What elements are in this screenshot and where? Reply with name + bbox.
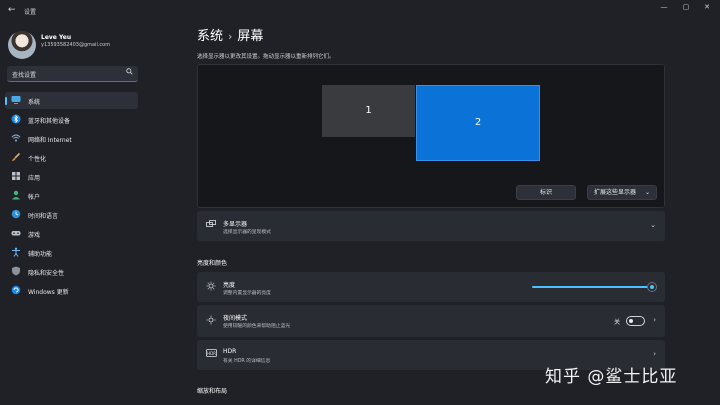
app-title: 设置: [24, 9, 37, 16]
hdr-title: HDR: [223, 348, 237, 355]
sidebar-item-gaming[interactable]: 游戏: [5, 225, 138, 242]
section-header-scale-layout: 缩放和布局: [197, 388, 228, 395]
back-arrow-icon[interactable]: ←: [8, 5, 16, 15]
monitor-1-label: 1: [365, 105, 372, 116]
brightness-card: 亮度 调整内置显示器的亮度: [197, 272, 665, 302]
multiple-displays-title: 多显示器: [223, 221, 248, 228]
minimize-button[interactable]: —: [657, 3, 671, 11]
title-bar: ← 设置 — ▢ ✕: [0, 0, 720, 22]
night-light-subtitle: 使用较暖的颜色来帮助阻止蓝光: [223, 324, 291, 329]
wifi-icon: [10, 133, 21, 144]
accessibility-icon: [10, 247, 21, 258]
breadcrumb-parent[interactable]: 系统: [197, 29, 223, 44]
sidebar-item-time-language[interactable]: 时间和语言: [5, 206, 138, 223]
sidebar-item-system[interactable]: 系统: [5, 92, 138, 109]
update-icon: [10, 285, 21, 296]
extend-displays-dropdown[interactable]: 扩展这些显示器 ⌄: [587, 185, 657, 200]
night-light-card[interactable]: 夜间模式 使用较暖的颜色来帮助阻止蓝光 关 ›: [197, 305, 665, 337]
brightness-slider-track[interactable]: [532, 286, 652, 288]
sidebar-item-privacy[interactable]: 隐私和安全性: [5, 263, 138, 280]
sidebar-item-apps[interactable]: 应用: [5, 168, 138, 185]
sidebar-item-label: 隐私和安全性: [28, 270, 65, 277]
chevron-right-icon[interactable]: ›: [653, 350, 656, 358]
sidebar-item-label: 游戏: [28, 232, 41, 239]
multiple-displays-card[interactable]: 多显示器 选择显示器的呈现模式 ⌄: [197, 211, 665, 241]
page-title: 屏幕: [237, 29, 264, 44]
display-arrangement-panel: 1 2 标识 扩展这些显示器 ⌄: [197, 64, 665, 208]
sidebar-item-label: 应用: [28, 175, 41, 182]
chevron-right-icon[interactable]: ›: [653, 316, 656, 324]
monitor-icon: [10, 95, 21, 106]
sidebar-item-network[interactable]: 网络和 Internet: [5, 130, 138, 147]
sidebar-item-label: Windows 更新: [28, 289, 69, 296]
breadcrumb-separator: ›: [228, 30, 233, 43]
sidebar-item-label: 帐户: [28, 194, 41, 201]
user-email: y13593582403@gmail.com: [41, 42, 111, 48]
toggle-knob: [629, 319, 633, 323]
night-light-toggle[interactable]: [626, 316, 645, 326]
display-instruction: 选择显示器以更改其设置。拖动显示器以重新排列它们。: [197, 54, 335, 60]
maximize-button[interactable]: ▢: [679, 3, 693, 11]
sidebar-item-windows-update[interactable]: Windows 更新: [5, 282, 138, 299]
sidebar-item-accounts[interactable]: 帐户: [5, 187, 138, 204]
brightness-subtitle: 调整内置显示器的亮度: [223, 291, 271, 296]
sidebar-item-accessibility[interactable]: 辅助功能: [5, 244, 138, 261]
extend-displays-label: 扩展这些显示器: [594, 189, 637, 196]
sidebar-item-label: 个性化: [28, 156, 47, 163]
close-button[interactable]: ✕: [700, 3, 714, 11]
user-name: Leve Yeu: [41, 34, 72, 41]
breadcrumb: 系统 › 屏幕: [197, 25, 263, 44]
bluetooth-icon: [10, 114, 21, 125]
globe-clock-icon: [10, 209, 21, 220]
hdr-link[interactable]: 有关 HDR 的详细信息: [223, 357, 270, 364]
sidebar: Leve Yeu y13593582403@gmail.com 查找设置 系统 …: [0, 22, 150, 405]
night-light-title: 夜间模式: [223, 315, 248, 322]
avatar[interactable]: [8, 31, 36, 59]
hdr-icon: HDR: [205, 349, 217, 361]
apps-icon: [10, 171, 21, 182]
watermark: 知乎 @鲨士比亚: [545, 367, 678, 387]
sidebar-item-label: 网络和 Internet: [28, 137, 72, 144]
night-light-icon: [205, 315, 217, 327]
multiple-displays-icon: [205, 220, 217, 232]
sidebar-item-label: 系统: [28, 99, 41, 106]
sidebar-item-label: 时间和语言: [28, 213, 59, 220]
search-placeholder: 查找设置: [12, 72, 37, 79]
svg-text:HDR: HDR: [207, 351, 216, 356]
monitor-2-label: 2: [474, 117, 482, 128]
search-icon[interactable]: [126, 68, 133, 77]
sidebar-item-label: 辅助功能: [28, 251, 53, 258]
monitor-2[interactable]: 2: [416, 85, 540, 161]
gamepad-icon: [10, 228, 21, 239]
sidebar-item-bluetooth[interactable]: 蓝牙和其他设备: [5, 111, 138, 128]
brush-icon: [10, 152, 21, 163]
sun-icon: [205, 281, 217, 293]
sidebar-item-label: 蓝牙和其他设备: [28, 118, 71, 125]
shield-icon: [10, 266, 21, 277]
chevron-down-icon: ⌄: [644, 189, 650, 196]
brightness-title: 亮度: [223, 282, 236, 289]
sidebar-item-personalization[interactable]: 个性化: [5, 149, 138, 166]
search-input[interactable]: 查找设置: [7, 66, 138, 82]
night-light-toggle-state: 关: [613, 319, 620, 326]
person-icon: [10, 190, 21, 201]
identify-button[interactable]: 标识: [516, 185, 576, 200]
section-header-brightness: 亮度和颜色: [197, 260, 228, 267]
brightness-slider-thumb[interactable]: [648, 283, 656, 291]
multiple-displays-subtitle: 选择显示器的呈现模式: [223, 230, 271, 235]
chevron-down-icon[interactable]: ⌄: [650, 221, 656, 229]
monitor-1[interactable]: 1: [322, 85, 415, 137]
